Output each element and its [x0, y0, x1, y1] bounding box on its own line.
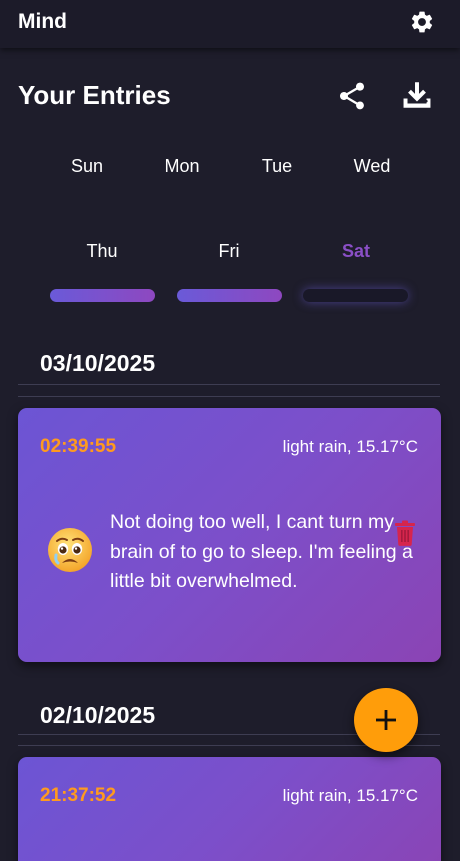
entry-weather: light rain, 15.17°C: [282, 437, 418, 456]
gear-icon: [411, 11, 433, 33]
day-indicator-fri: [177, 289, 282, 302]
share-icon: [340, 82, 364, 110]
date-heading: 03/10/2025: [40, 350, 156, 376]
day-tab-thu[interactable]: Thu: [62, 241, 142, 262]
download-button[interactable]: [400, 78, 434, 112]
day-label: Tue: [261, 156, 293, 176]
day-label: Fri: [218, 241, 240, 261]
day-label: Sat: [341, 241, 370, 261]
day-label: Wed: [353, 156, 391, 176]
settings-button[interactable]: [408, 8, 436, 36]
divider: [18, 384, 440, 385]
page-title: Your Entries: [18, 80, 171, 110]
day-tab-mon[interactable]: Mon: [142, 156, 222, 177]
entry-time: 21:37:52: [40, 785, 117, 806]
day-indicator-sat: [303, 289, 408, 302]
divider: [18, 396, 440, 397]
day-label: Thu: [86, 241, 118, 261]
day-tab-sun[interactable]: Sun: [47, 156, 127, 177]
day-tab-fri[interactable]: Fri: [189, 241, 269, 262]
entry-card[interactable]: 21:37:52 light rain, 15.17°C: [18, 757, 441, 861]
entry-weather: light rain, 15.17°C: [282, 786, 418, 805]
delete-entry-button[interactable]: [394, 520, 416, 546]
day-tab-tue[interactable]: Tue: [237, 156, 317, 177]
share-button[interactable]: [336, 80, 368, 112]
app-title: Mind: [18, 10, 67, 33]
worried-face-emoji: [48, 528, 92, 572]
add-entry-button[interactable]: [354, 688, 418, 752]
download-icon: [403, 82, 431, 108]
day-label: Mon: [164, 156, 200, 176]
app-screen: Mind Your Entries Sun Mon Tue Wed Thu Fr…: [0, 0, 460, 861]
plus-icon: [376, 710, 396, 730]
day-label: Sun: [70, 156, 104, 176]
day-indicator-thu: [50, 289, 155, 302]
entry-card[interactable]: 02:39:55 light rain, 15.17°C Not doing t…: [18, 408, 441, 662]
day-tab-sat[interactable]: Sat: [316, 241, 396, 262]
entry-time: 02:39:55: [40, 436, 117, 457]
entry-text: Not doing too well, I cant turn my brain…: [110, 511, 413, 592]
trash-icon: [395, 520, 415, 546]
date-heading: 02/10/2025: [40, 702, 156, 728]
day-tab-wed[interactable]: Wed: [332, 156, 412, 177]
top-app-bar: Mind: [0, 0, 460, 48]
